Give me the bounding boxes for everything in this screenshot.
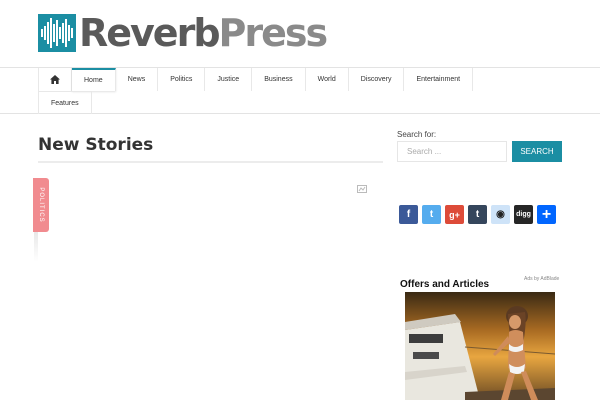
nav-item-entertainment[interactable]: Entertainment: [404, 68, 474, 91]
home-icon: [50, 75, 60, 84]
ads-by-label[interactable]: Ads by AdBlade: [524, 276, 559, 282]
logo-word-press: Press: [218, 11, 329, 55]
ad-photo-yacht: [405, 292, 555, 400]
nav-row-primary: Home News Politics Justice Business World Disc…: [38, 68, 474, 91]
logo-wave-bar: [59, 27, 61, 39]
nav-row-secondary: Features: [38, 91, 92, 114]
site-logo[interactable]: ReverbPress: [38, 11, 329, 55]
search-input[interactable]: [397, 141, 507, 162]
section-title: New Stories: [38, 135, 154, 155]
logo-wave-bar: [65, 19, 67, 47]
logo-wave-bar: [71, 28, 73, 38]
twitter-icon[interactable]: t: [422, 205, 441, 224]
google-plus-icon[interactable]: g+: [445, 205, 464, 224]
logo-wave-bar: [68, 25, 70, 41]
reddit-icon[interactable]: ◉: [491, 205, 510, 224]
site-header: ReverbPress: [0, 0, 600, 67]
category-tab-politics[interactable]: Politics: [33, 178, 49, 232]
main-navigation: Home News Politics Justice Business World Disc…: [0, 67, 600, 114]
nav-item-politics[interactable]: Politics: [158, 68, 206, 91]
logo-wave-bar: [44, 26, 46, 40]
logo-wave-bar: [47, 22, 49, 44]
search-label: Search for:: [397, 130, 437, 139]
nav-item-home[interactable]: Home: [72, 68, 116, 91]
logo-wave-bar: [41, 29, 43, 37]
nav-item-discovery[interactable]: Discovery: [349, 68, 405, 91]
logo-word-reverb: Reverb: [79, 11, 221, 55]
logo-wave-bar: [56, 20, 58, 46]
nav-item-features[interactable]: Features: [38, 91, 92, 114]
logo-waveform-icon: [38, 14, 76, 52]
share-buttons: f t g+ t ◉ digg +: [399, 205, 560, 224]
broken-image-icon: [357, 185, 367, 193]
category-tab-shadow: [34, 232, 38, 262]
logo-wave-bar: [53, 24, 55, 42]
nav-home-icon[interactable]: [38, 68, 72, 91]
tumblr-icon[interactable]: t: [468, 205, 487, 224]
nav-item-news[interactable]: News: [116, 68, 159, 91]
nav-item-world[interactable]: World: [306, 68, 349, 91]
facebook-icon[interactable]: f: [399, 205, 418, 224]
logo-wave-bar: [50, 18, 52, 48]
search-button[interactable]: SEARCH: [512, 141, 562, 162]
logo-wordmark: ReverbPress: [79, 11, 329, 55]
category-tab-label: Politics: [38, 187, 44, 223]
digg-icon[interactable]: digg: [514, 205, 533, 224]
logo-wave-bar: [62, 23, 64, 43]
ad-image[interactable]: [405, 292, 555, 400]
nav-item-justice[interactable]: Justice: [205, 68, 253, 91]
section-divider: [38, 161, 383, 163]
nav-item-business[interactable]: Business: [252, 68, 306, 91]
offers-title: Offers and Articles: [400, 279, 490, 290]
plus-icon[interactable]: +: [537, 205, 556, 224]
